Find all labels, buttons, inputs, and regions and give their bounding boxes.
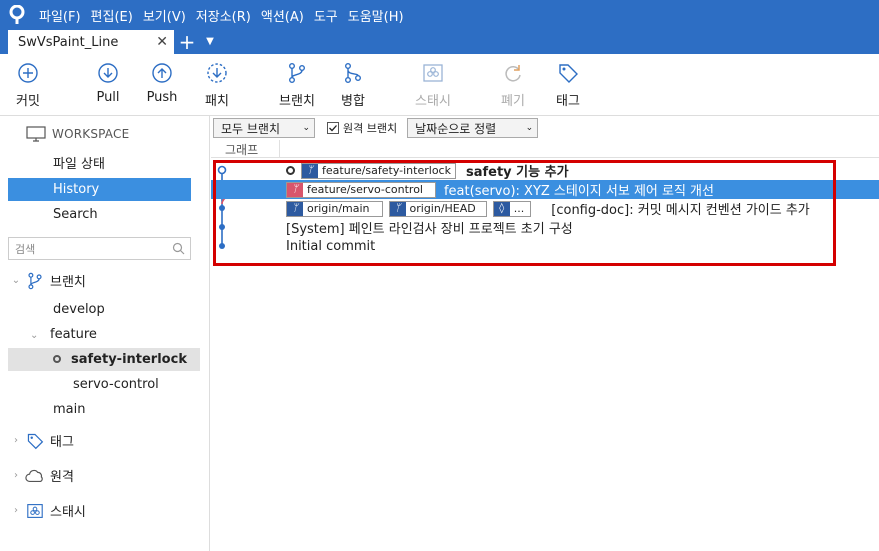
remotes-label: 원격 [50,470,74,485]
menu-bar: 파일(F) 편집(E) 보기(V) 저장소(R) 액션(A) 도구 도움말(H) [0,0,879,30]
tag-label: 태그 [556,94,580,109]
branch-item-develop[interactable]: develop [53,298,105,321]
stashes-section-header[interactable]: › 스태시 [8,501,86,520]
monitor-icon [26,126,46,142]
branch-folder-feature[interactable]: ⌄ feature [30,323,97,346]
commit-label: 커밋 [16,94,40,109]
fetch-button[interactable]: 패치 [187,62,247,109]
stashes-label: 스태시 [50,505,86,520]
chevron-right-icon[interactable]: › [8,435,24,446]
merge-button[interactable]: 병합 [323,62,383,109]
graph-header-label: 그래프 [225,143,259,157]
menu-view[interactable]: 보기(V) [138,6,191,25]
merge-label: 병합 [341,94,365,109]
menu-tools[interactable]: 도구 [309,6,343,25]
search-input[interactable]: 검색 [8,237,191,260]
menu-help[interactable]: 도움말(H) [343,6,409,25]
branch-icon [24,272,46,290]
column-divider[interactable] [279,140,280,158]
remote-branches-checkbox[interactable]: 원격 브랜치 [327,120,397,136]
cloud-icon [24,469,46,483]
toolbar: 커밋 Pull Push 패치 브랜치 병합 스태시 폐기 태그 [0,54,879,116]
fetch-label: 패치 [205,94,229,109]
sort-value: 날짜순으로 정렬 [415,121,497,136]
chevron-down-icon[interactable]: ▼ [200,30,220,54]
chevron-right-icon[interactable]: › [8,505,24,516]
chevron-down-icon: ⌄ [302,123,310,133]
push-button[interactable]: Push [132,62,192,105]
workspace-label: WORKSPACE [52,127,130,141]
tag-icon [24,432,46,450]
sort-dropdown[interactable]: 날짜순으로 정렬 ⌄ [407,118,539,138]
remote-branches-label: 원격 브랜치 [343,122,398,135]
app-logo-icon [0,0,34,30]
commit-icon [18,63,38,83]
branch-label: safety-interlock [71,352,187,367]
branch-filter-value: 모두 브랜치 [221,121,281,136]
tab-repository[interactable]: SwVsPaint_Line ✕ [8,30,174,54]
tag-button[interactable]: 태그 [538,62,598,109]
add-tab-icon[interactable]: + [174,30,200,54]
checkbox-checked-icon [327,122,339,134]
branch-folder-label: feature [50,327,97,342]
branch-item-safety-interlock[interactable]: safety-interlock [8,348,200,371]
tab-label: SwVsPaint_Line [18,34,119,50]
tags-section-header[interactable]: › 태그 [8,431,74,450]
pull-icon [98,63,118,83]
search-icon [172,242,185,255]
push-icon [152,63,172,83]
discard-label: 폐기 [501,94,525,109]
branch-button[interactable]: 브랜치 [267,62,327,109]
sidebar-item-search[interactable]: Search [8,203,191,226]
fetch-icon [207,63,227,83]
stash-icon [24,503,46,519]
sidebar-item-file-status[interactable]: 파일 상태 [8,153,191,176]
push-label: Push [146,90,178,105]
chevron-down-icon[interactable]: ⌄ [8,275,24,286]
branch-item-main[interactable]: main [53,398,85,421]
chevron-right-icon[interactable]: › [8,470,24,481]
close-icon[interactable]: ✕ [156,34,168,50]
branch-icon [289,63,305,83]
sidebar-item-history[interactable]: History [8,178,191,201]
stash-button[interactable]: 스태시 [403,62,463,109]
branches-section-header[interactable]: ⌄ 브랜치 [8,271,86,290]
menu-repository[interactable]: 저장소(R) [191,6,256,25]
chevron-down-icon[interactable]: ⌄ [30,324,50,347]
graph-column-header[interactable]: 그래프 [211,140,879,158]
sidebar: WORKSPACE 파일 상태 History Search 검색 ⌄ 브랜치 … [0,116,210,551]
merge-icon [345,63,361,83]
branch-label: 브랜치 [279,94,315,109]
branches-label: 브랜치 [50,275,86,290]
pull-label: Pull [96,90,120,105]
discard-icon [505,65,521,82]
remotes-section-header[interactable]: › 원격 [8,466,74,485]
branch-item-servo-control[interactable]: servo-control [73,373,159,396]
search-placeholder: 검색 [15,243,36,256]
branch-filter-dropdown[interactable]: 모두 브랜치 ⌄ [213,118,315,138]
tag-icon [559,64,578,83]
stash-label: 스태시 [415,94,451,109]
menu-edit[interactable]: 편집(E) [86,6,138,25]
discard-button[interactable]: 폐기 [483,62,543,109]
tab-bar: SwVsPaint_Line ✕ + ▼ [0,30,879,54]
menu-actions[interactable]: 액션(A) [256,6,309,25]
chevron-down-icon: ⌄ [525,123,534,133]
stash-icon [423,64,443,82]
pull-button[interactable]: Pull [78,62,138,105]
current-branch-icon [53,354,61,363]
tags-label: 태그 [50,435,74,450]
commit-button[interactable]: 커밋 [0,62,58,109]
filter-bar: 모두 브랜치 ⌄ 원격 브랜치 날짜순으로 정렬 ⌄ [213,118,539,138]
highlight-annotation-box [213,160,836,266]
workspace-header: WORKSPACE [26,126,129,142]
menu-file[interactable]: 파일(F) [34,6,86,25]
